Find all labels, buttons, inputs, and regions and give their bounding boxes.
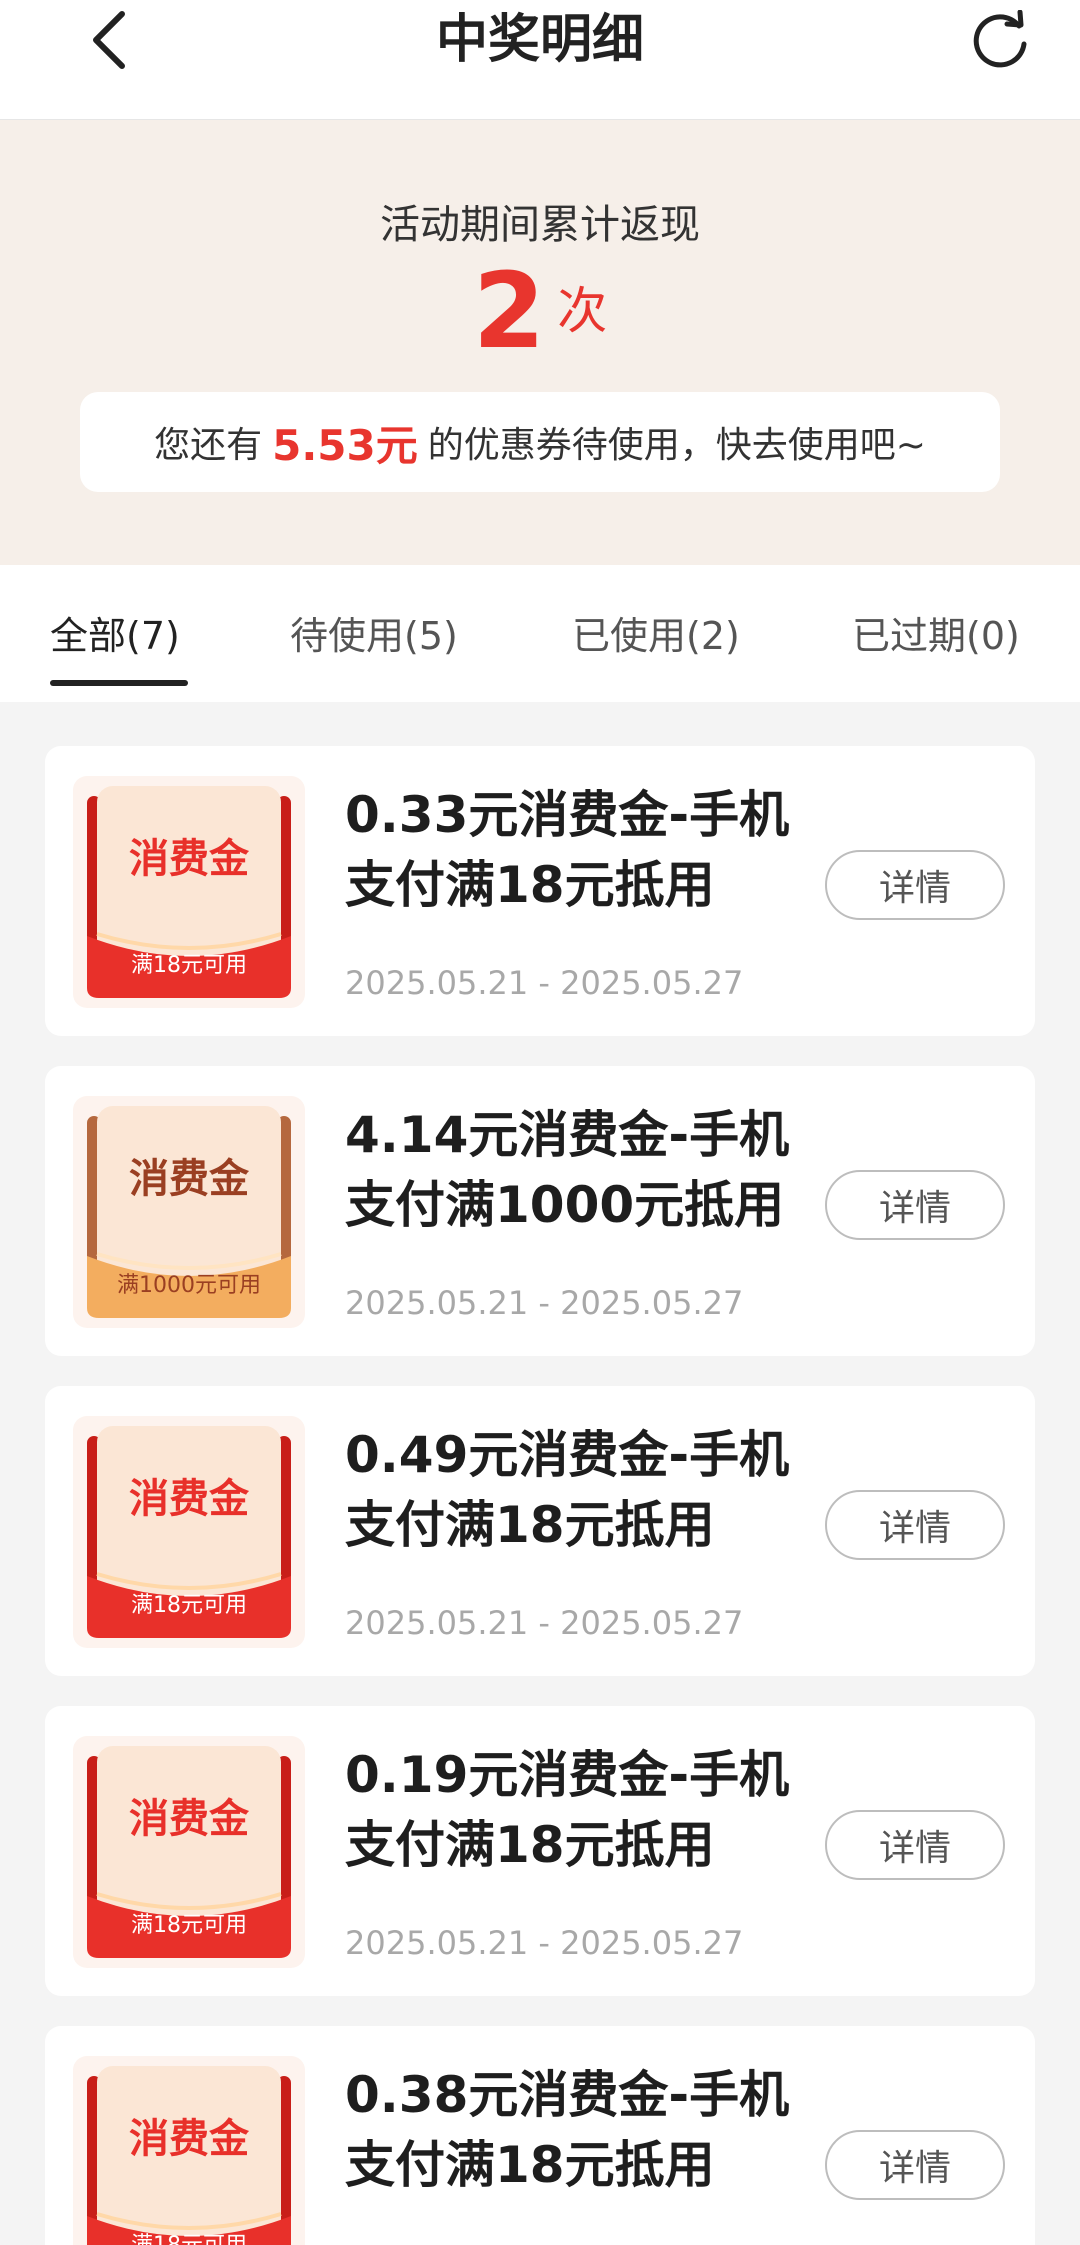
coupon-title-line1: 4.14元消费金-手机	[345, 1106, 790, 1164]
coupon-title-line1: 0.19元消费金-手机	[345, 1746, 790, 1804]
detail-button[interactable]: 详情	[825, 1170, 1005, 1240]
detail-button[interactable]: 详情	[825, 1490, 1005, 1560]
cashback-count-number: 2	[472, 250, 546, 372]
coupon-card[interactable]: 消费金 满18元可用 0.38元消费金-手机 支付满18元抵用 详情	[45, 2026, 1035, 2245]
header: 中奖明细	[0, 0, 1080, 120]
refresh-button[interactable]	[966, 0, 1036, 80]
coupon-badge: 消费金 满18元可用	[73, 2056, 305, 2245]
badge-label: 消费金	[129, 1156, 250, 1202]
coupon-card[interactable]: 消费金 满1000元可用 4.14元消费金-手机 支付满1000元抵用 2025…	[45, 1066, 1035, 1356]
coupon-title: 0.19元消费金-手机 支付满18元抵用	[345, 1740, 865, 1880]
coupon-card[interactable]: 消费金 满18元可用 0.49元消费金-手机 支付满18元抵用 2025.05.…	[45, 1386, 1035, 1676]
coupon-title-line2: 支付满18元抵用	[345, 1496, 715, 1554]
summary-label: 活动期间累计返现	[380, 202, 700, 248]
coupon-badge: 消费金 满18元可用	[73, 1416, 305, 1648]
coupon-title: 0.49元消费金-手机 支付满18元抵用	[345, 1420, 865, 1560]
badge-label: 消费金	[129, 2116, 250, 2162]
badge-sub: 满1000元可用	[117, 1273, 261, 1298]
badge-label: 消费金	[129, 836, 250, 882]
badge-label: 消费金	[129, 1796, 250, 1842]
hint-prefix: 您还有	[154, 425, 263, 466]
badge-sub: 满18元可用	[131, 2233, 247, 2245]
badge-sub: 满18元可用	[131, 1593, 247, 1618]
coupon-badge: 消费金 满1000元可用	[73, 1096, 305, 1328]
detail-button[interactable]: 详情	[825, 1810, 1005, 1880]
coupon-title: 4.14元消费金-手机 支付满1000元抵用	[345, 1100, 865, 1240]
coupon-title-line1: 0.38元消费金-手机	[345, 2066, 790, 2124]
coupon-title-line2: 支付满18元抵用	[345, 2136, 715, 2194]
cashback-count: 2次	[0, 256, 1080, 366]
summary-panel: 活动期间累计返现 2次 您还有 5.53元 的优惠券待使用，快去使用吧~	[0, 120, 1080, 565]
coupon-card[interactable]: 消费金 满18元可用 0.19元消费金-手机 支付满18元抵用 2025.05.…	[45, 1706, 1035, 1996]
coupon-title-line2: 支付满18元抵用	[345, 856, 715, 914]
coupon-date: 2025.05.21 - 2025.05.27	[345, 1284, 744, 1322]
coupon-date: 2025.05.21 - 2025.05.27	[345, 1604, 744, 1642]
tab-all[interactable]: 全部(7)	[50, 605, 180, 660]
coupon-date: 2025.05.21 - 2025.05.27	[345, 1924, 744, 1962]
tab-expired[interactable]: 已过期(0)	[852, 605, 1020, 660]
badge-sub: 满18元可用	[131, 1913, 247, 1938]
tab-pending[interactable]: 待使用(5)	[290, 605, 458, 660]
coupon-badge: 消费金 满18元可用	[73, 1736, 305, 1968]
tab-used[interactable]: 已使用(2)	[572, 605, 740, 660]
coupon-title-line1: 0.49元消费金-手机	[345, 1426, 790, 1484]
coupon-card[interactable]: 消费金 满18元可用 0.33元消费金-手机 支付满18元抵用 2025.05.…	[45, 746, 1035, 1036]
badge-sub: 满18元可用	[131, 953, 247, 978]
detail-button[interactable]: 详情	[825, 2130, 1005, 2200]
coupon-badge: 消费金 满18元可用	[73, 776, 305, 1008]
coupon-title-line1: 0.33元消费金-手机	[345, 786, 790, 844]
badge-label: 消费金	[129, 1476, 250, 1522]
coupon-title-line2: 支付满1000元抵用	[345, 1176, 785, 1234]
hint-suffix: 的优惠券待使用，快去使用吧~	[427, 425, 926, 466]
filter-tabs: 全部(7) 待使用(5) 已使用(2) 已过期(0)	[0, 565, 1080, 702]
refresh-icon	[973, 10, 1027, 68]
hint-amount: 5.53元	[272, 420, 418, 470]
active-tab-indicator	[50, 680, 188, 686]
coupon-title: 0.33元消费金-手机 支付满18元抵用	[345, 780, 865, 920]
coupon-title: 0.38元消费金-手机 支付满18元抵用	[345, 2060, 865, 2200]
cashback-count-unit: 次	[557, 282, 608, 340]
page-title: 中奖明细	[435, 10, 644, 70]
coupon-date: 2025.05.21 - 2025.05.27	[345, 964, 744, 1002]
coupon-title-line2: 支付满18元抵用	[345, 1816, 715, 1874]
detail-button[interactable]: 详情	[825, 850, 1005, 920]
unused-coupon-hint[interactable]: 您还有 5.53元 的优惠券待使用，快去使用吧~	[80, 392, 1000, 492]
